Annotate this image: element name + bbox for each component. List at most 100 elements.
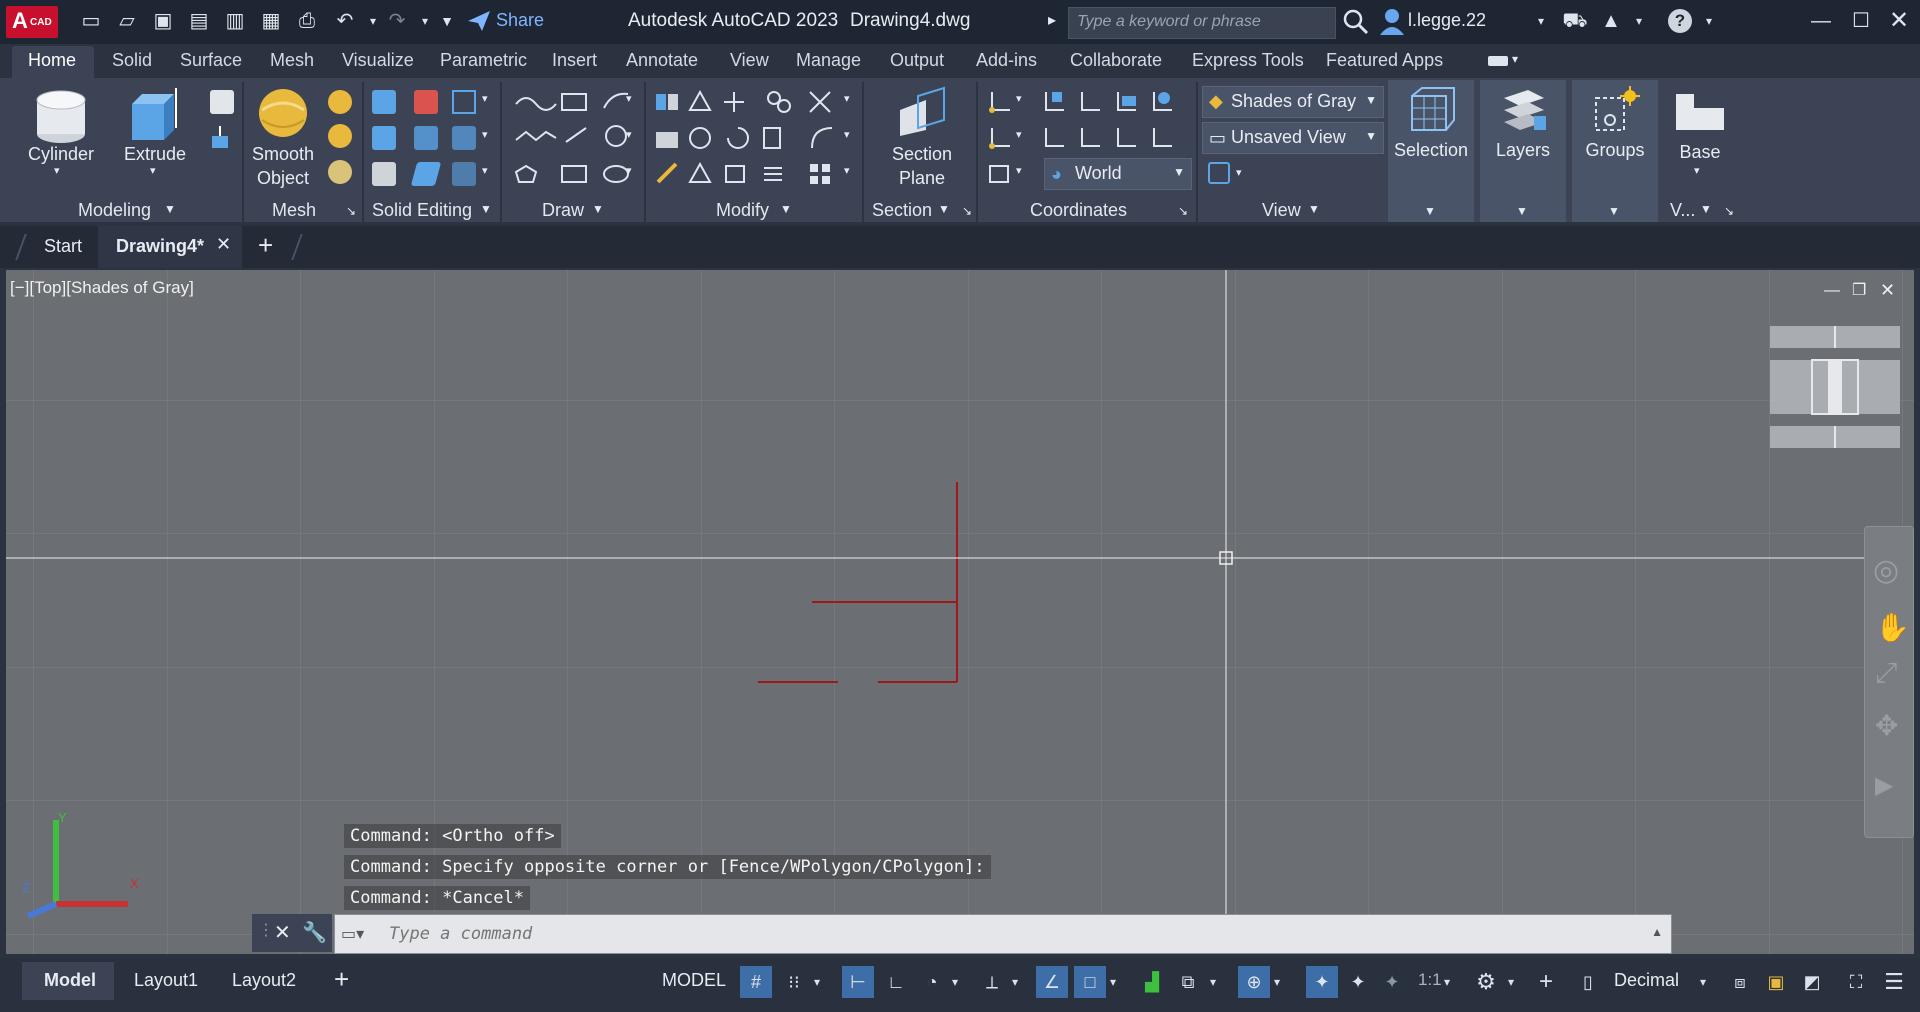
drawing4-tab[interactable]: Drawing4* xyxy=(116,236,204,257)
model-layout-tab[interactable]: Model xyxy=(44,970,96,991)
3d-object-snap-icon[interactable]: ⊕ xyxy=(1238,966,1270,998)
tab-manage[interactable]: Manage xyxy=(796,50,861,71)
view-expand-icon[interactable]: ▼ xyxy=(1308,202,1320,216)
plot-icon[interactable]: ⎙ xyxy=(294,8,320,34)
tab-annotate[interactable]: Annotate xyxy=(626,50,698,71)
separate-icon[interactable] xyxy=(452,162,476,186)
tab-featured-apps[interactable]: Featured Apps xyxy=(1326,50,1443,71)
section-plane-label-1[interactable]: Section xyxy=(882,144,962,165)
new-layout-icon[interactable]: + xyxy=(334,964,349,995)
command-history-toggle-icon[interactable]: ▲ xyxy=(1651,925,1663,939)
steering-wheel-icon[interactable]: ◎ xyxy=(1873,553,1899,588)
interfere-icon[interactable] xyxy=(414,126,438,150)
object-snap-icon[interactable]: □ xyxy=(1074,966,1106,998)
infer-constraints-icon[interactable]: ⊢ xyxy=(842,966,874,998)
smooth-less-icon[interactable] xyxy=(328,124,352,148)
share-button[interactable]: Share xyxy=(496,10,544,31)
extrude-faces-dropdown-icon[interactable]: ▾ xyxy=(482,128,488,141)
annotation-scale-value[interactable]: 1:1 xyxy=(1418,970,1442,990)
mesh-dialog-launcher-icon[interactable]: ↘ xyxy=(346,204,356,218)
panel-label-modeling[interactable]: Modeling xyxy=(78,200,151,221)
app-dropdown-icon[interactable]: ▾ xyxy=(1626,8,1652,34)
ribbon-minimize-dropdown-icon[interactable]: ▾ xyxy=(1512,52,1518,66)
smooth-object-label-1[interactable]: Smooth xyxy=(248,144,318,165)
workspace-gear-icon[interactable]: ⚙ xyxy=(1470,966,1502,998)
viewport-config-dropdown-icon[interactable]: ▾ xyxy=(1236,166,1242,179)
subtract-icon[interactable] xyxy=(414,90,438,114)
undo-dropdown-icon[interactable]: ▾ xyxy=(360,8,386,34)
isolate-objects-icon[interactable]: ◩ xyxy=(1796,966,1828,998)
snap-mode-icon[interactable]: ⁝⁝ xyxy=(778,966,810,998)
trim-dropdown-icon[interactable]: ▾ xyxy=(844,92,850,105)
ortho-mode-icon[interactable]: ∟ xyxy=(880,966,912,998)
tab-visualize[interactable]: Visualize xyxy=(342,50,414,71)
union-icon[interactable] xyxy=(372,90,396,114)
close-icon[interactable]: ✕ xyxy=(1886,8,1912,34)
section-expand-icon[interactable]: ▼ xyxy=(938,202,950,216)
ribbon-minimize-icon[interactable] xyxy=(1488,56,1508,66)
extract-edges-icon[interactable] xyxy=(452,90,476,114)
help-icon[interactable]: ? xyxy=(1668,9,1692,33)
new-tab-icon[interactable]: + xyxy=(258,230,273,261)
clean-screen-icon[interactable]: ⛶ xyxy=(1840,966,1872,998)
tab-view[interactable]: View xyxy=(730,50,769,71)
redo-icon[interactable]: ↷ xyxy=(384,8,410,34)
base-button[interactable]: Base xyxy=(1660,142,1740,163)
open-icon[interactable]: ▱ xyxy=(114,8,140,34)
viewport-restore-icon[interactable]: ❐ xyxy=(1852,280,1866,300)
section-plane-icon[interactable] xyxy=(896,86,948,138)
base-view-icon[interactable] xyxy=(1674,92,1726,132)
intersect-icon[interactable] xyxy=(372,126,396,150)
new-icon[interactable]: ▭ xyxy=(78,8,104,34)
user-icon[interactable] xyxy=(1378,7,1406,37)
extrude-dropdown-icon[interactable]: ▾ xyxy=(150,164,156,177)
command-customize-icon[interactable]: 🔧 xyxy=(302,920,327,945)
model-space-button[interactable]: MODEL xyxy=(662,970,726,991)
extract-edges-dropdown-icon[interactable]: ▾ xyxy=(482,92,488,105)
object-snap-dropdown-icon[interactable]: ▾ xyxy=(1110,966,1116,998)
annotation-monitor-icon[interactable]: + xyxy=(1530,966,1562,998)
smooth-object-icon[interactable] xyxy=(256,86,310,140)
panel-label-modify[interactable]: Modify xyxy=(716,200,769,221)
panel-label-view-short[interactable]: V... xyxy=(1670,200,1695,221)
slice-icon[interactable] xyxy=(372,162,396,186)
units-dropdown-icon[interactable]: ▾ xyxy=(1700,966,1706,998)
units-value[interactable]: Decimal xyxy=(1614,970,1679,991)
arc-dropdown-icon[interactable]: ▾ xyxy=(626,92,632,105)
user-dropdown-icon[interactable]: ▾ xyxy=(1528,8,1554,34)
autocad-logo-button[interactable]: A CAD xyxy=(6,6,58,38)
cylinder-icon[interactable] xyxy=(34,88,88,146)
pan-icon[interactable]: ✋ xyxy=(1875,611,1910,644)
section-dialog-launcher-icon[interactable]: ↘ xyxy=(962,204,972,218)
command-close-icon[interactable]: ✕ xyxy=(274,920,291,945)
v-panel-dialog-launcher-icon[interactable]: ↘ xyxy=(1724,204,1734,218)
panel-label-section[interactable]: Section xyxy=(872,200,932,221)
auto-scale-icon[interactable]: ✦ xyxy=(1342,966,1374,998)
lineweight-icon[interactable]: ▟ xyxy=(1136,966,1168,998)
box-icon[interactable] xyxy=(210,90,234,114)
zoom-extents-icon[interactable]: ⤢ xyxy=(1875,657,1897,690)
command-grip-icon[interactable]: ⋮ xyxy=(258,920,274,940)
viewport-minimize-icon[interactable]: — xyxy=(1824,282,1840,300)
tab-add-ins[interactable]: Add-ins xyxy=(976,50,1037,71)
panel-label-solid-editing[interactable]: Solid Editing xyxy=(372,200,472,221)
cart-icon[interactable]: ⛟ xyxy=(1562,8,1588,34)
quick-properties-icon[interactable]: ⧈ xyxy=(1724,966,1756,998)
autodesk-app-icon[interactable]: ▲ xyxy=(1598,8,1624,34)
viewport-close-icon[interactable]: ✕ xyxy=(1880,280,1895,301)
tab-parametric[interactable]: Parametric xyxy=(440,50,527,71)
extrude-button[interactable]: Extrude xyxy=(118,144,192,165)
customize-qat-icon[interactable]: ▼ xyxy=(434,8,460,34)
draw-expand-icon[interactable]: ▼ xyxy=(592,202,604,216)
3d-osnap-dropdown-icon[interactable]: ▾ xyxy=(1274,966,1280,998)
ucs-dropdown-icon[interactable]: ▾ xyxy=(1016,92,1022,105)
coordinates-dialog-launcher-icon[interactable]: ↘ xyxy=(1178,204,1188,218)
cylinder-dropdown-icon[interactable]: ▾ xyxy=(54,164,60,177)
tab-express-tools[interactable]: Express Tools xyxy=(1192,50,1304,71)
start-tab[interactable]: Start xyxy=(44,236,82,257)
units-icon[interactable]: ▯ xyxy=(1576,966,1600,998)
extrude-faces-icon[interactable] xyxy=(452,126,476,150)
command-line[interactable]: ▭▾ ▲ xyxy=(334,914,1672,954)
orbit-icon[interactable]: ✥ xyxy=(1875,709,1898,742)
annotation-visibility-icon[interactable]: ✦ xyxy=(1306,966,1338,998)
